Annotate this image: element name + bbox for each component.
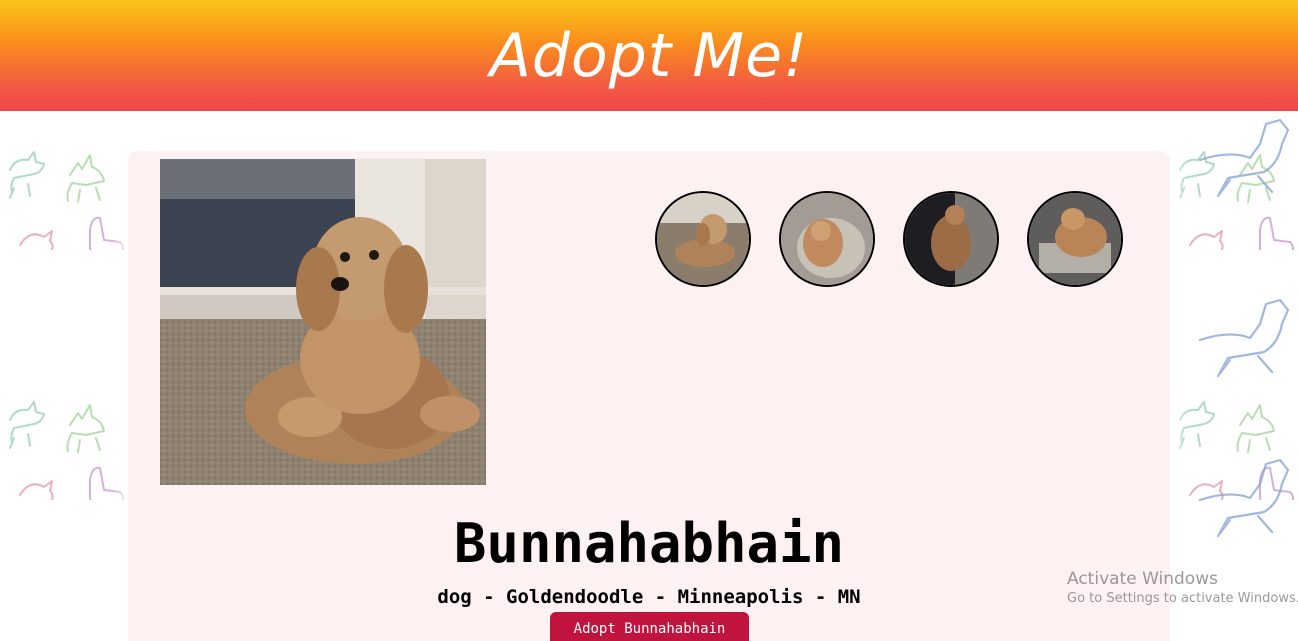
- watermark-title: Activate Windows: [1067, 569, 1218, 589]
- activate-windows-watermark: Activate Windows Go to Settings to activ…: [1067, 568, 1298, 608]
- watermark-subtitle: Go to Settings to activate Windows.: [1067, 591, 1298, 606]
- pet-name-heading: Bunnahabhain: [453, 512, 845, 575]
- photo-carousel: [655, 191, 1123, 287]
- carousel-thumbnail[interactable]: [903, 191, 999, 287]
- dog-photo-image: [160, 159, 486, 485]
- carousel-thumbnail[interactable]: [1027, 191, 1123, 287]
- carousel-thumbnail[interactable]: [779, 191, 875, 287]
- adopt-button[interactable]: Adopt Bunnahabhain: [550, 612, 749, 641]
- site-title-link[interactable]: Adopt Me!: [490, 20, 808, 92]
- pet-details-card: Bunnahabhain dog - Goldendoodle - Minnea…: [128, 151, 1170, 641]
- site-header: Adopt Me!: [0, 0, 1298, 111]
- pet-meta-line: dog - Goldendoodle - Minneapolis - MN: [437, 586, 861, 608]
- hero-photo: [160, 159, 486, 485]
- carousel-thumbnail[interactable]: [655, 191, 751, 287]
